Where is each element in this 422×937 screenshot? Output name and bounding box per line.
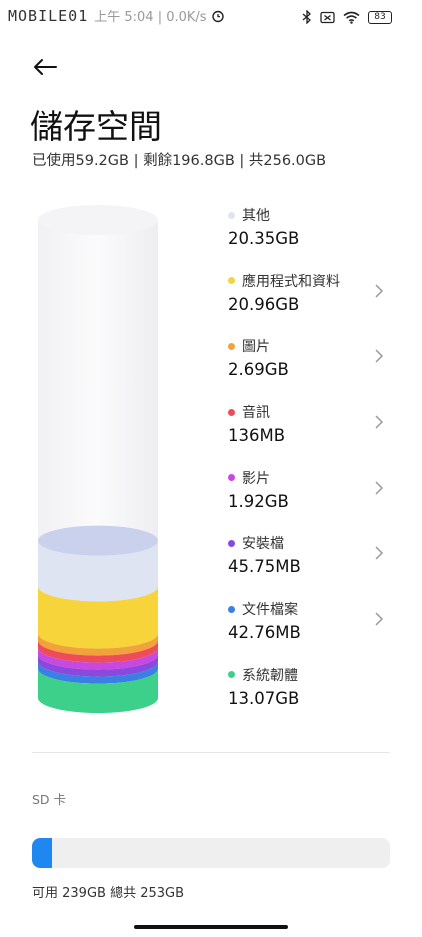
category-item-apps-data[interactable]: 應用程式和資料 20.96GB — [228, 271, 388, 337]
category-dot — [228, 539, 235, 547]
category-dot — [228, 605, 235, 613]
wifi-icon — [343, 11, 360, 24]
category-size: 20.35GB — [228, 229, 300, 248]
status-right: 83 — [302, 10, 392, 24]
status-time: 上午 5:04 | 0.0K/s — [94, 10, 207, 25]
watermark-logo: MOBILE01 — [8, 6, 89, 25]
category-size: 45.75MB — [228, 557, 301, 577]
category-item-video[interactable]: 影片 1.92GB — [228, 468, 388, 534]
sd-card-usage-fill — [32, 838, 52, 868]
chevron-right-icon — [375, 612, 384, 626]
alarm-icon — [211, 10, 224, 22]
category-size: 136MB — [228, 426, 286, 446]
category-label: 音訊 — [242, 405, 270, 422]
category-dot — [228, 474, 235, 482]
home-indicator[interactable] — [134, 925, 288, 929]
category-dot — [228, 342, 235, 350]
category-label: 文件檔案 — [242, 602, 298, 619]
sd-card-usage-text: 可用 239GB 總共 253GB — [32, 886, 185, 901]
category-dot — [228, 277, 235, 285]
category-item-documents[interactable]: 文件檔案 42.76MB — [228, 599, 388, 665]
chevron-right-icon — [375, 546, 384, 560]
category-size: 20.96GB — [228, 294, 300, 314]
dnd-icon — [320, 11, 335, 23]
cylinder-segments — [38, 525, 158, 713]
sd-card-usage-bar[interactable] — [32, 838, 390, 868]
status-left: MOBILE01 上午 5:04 | 0.0K/s — [8, 6, 225, 25]
category-label: 安裝檔 — [242, 536, 284, 553]
chevron-right-icon — [375, 284, 384, 298]
category-item-images[interactable]: 圖片 2.69GB — [228, 336, 388, 402]
category-label: 系統韌體 — [242, 667, 298, 684]
bluetooth-icon — [302, 10, 311, 24]
section-divider — [32, 752, 390, 753]
storage-summary: 已使用59.2GB | 剩餘196.8GB | 共256.0GB — [32, 153, 327, 169]
page-title: 儲存空間 — [30, 107, 162, 146]
category-item-audio[interactable]: 音訊 136MB — [228, 402, 388, 468]
cylinder-segment-cap — [38, 525, 158, 556]
status-bar: MOBILE01 上午 5:04 | 0.0K/s 83 — [0, 0, 422, 40]
back-button[interactable] — [28, 52, 62, 82]
category-label: 應用程式和資料 — [242, 273, 340, 290]
category-label: 影片 — [242, 470, 270, 487]
category-label: 圖片 — [242, 339, 270, 356]
cylinder-top — [38, 205, 158, 235]
chevron-right-icon — [375, 349, 384, 363]
back-arrow-icon — [34, 59, 57, 75]
category-dot — [228, 408, 235, 416]
category-dot — [228, 211, 235, 219]
category-legend: 其他 20.35GB 應用程式和資料 20.96GB 圖片 2.69GB 音訊 … — [228, 205, 388, 731]
chevron-right-icon — [375, 415, 384, 429]
category-label: 其他 — [242, 208, 270, 224]
category-size: 42.76MB — [228, 623, 301, 643]
category-item-installers[interactable]: 安裝檔 45.75MB — [228, 533, 388, 599]
category-size: 1.92GB — [228, 491, 289, 511]
category-item-system-firmware: 系統韌體 13.07GB — [228, 665, 388, 731]
chevron-right-icon — [375, 481, 384, 495]
category-item-other: 其他 20.35GB — [228, 205, 388, 271]
category-size: 2.69GB — [228, 360, 289, 380]
sd-card-label: SD 卡 — [32, 792, 67, 807]
category-size: 13.07GB — [228, 688, 300, 708]
category-dot — [228, 671, 235, 679]
battery-icon: 83 — [368, 10, 392, 24]
storage-cylinder-chart — [38, 205, 158, 713]
